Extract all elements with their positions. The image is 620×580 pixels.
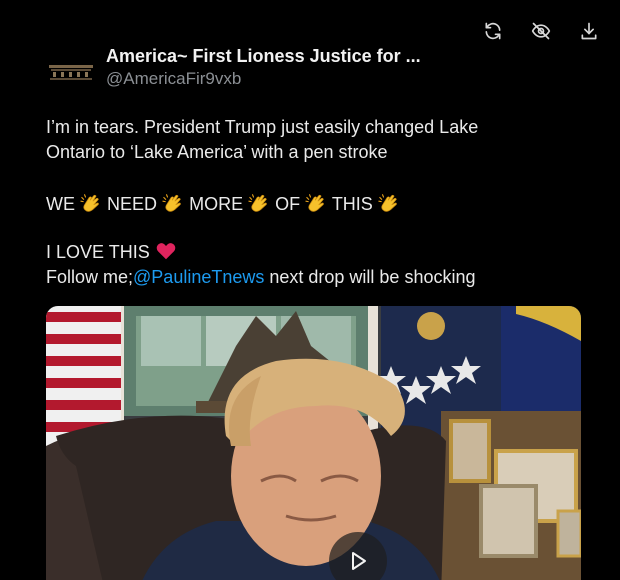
- tweet-follow-prefix: Follow me;: [46, 267, 134, 287]
- tweet-love-line: I LOVE THIS: [46, 240, 586, 265]
- tweet-line: Ontario to ‘Lake America’ with a pen str…: [46, 142, 388, 162]
- clapping-hands-icon: [305, 192, 327, 214]
- tweet-follow-line: Follow me;@PaulineTnews next drop will b…: [46, 265, 586, 290]
- avatar[interactable]: [46, 56, 96, 82]
- author-handle[interactable]: @AmericaFir9vxb: [106, 68, 421, 90]
- red-heart-icon: [156, 243, 176, 260]
- tweet-word: NEED: [107, 194, 158, 214]
- tweet-line: I’m in tears. President Trump just easil…: [46, 117, 479, 137]
- download-icon[interactable]: [578, 20, 600, 42]
- tweet-word: OF: [275, 194, 301, 214]
- tweet-body: I’m in tears. President Trump just easil…: [46, 115, 586, 290]
- clapping-hands-icon: [162, 192, 184, 214]
- tweet-clap-line: WE NEED MORE OF THIS: [46, 190, 586, 218]
- tweet-follow-suffix: next drop will be shocking: [264, 267, 476, 287]
- video-thumbnail: [46, 306, 581, 580]
- author-display-name[interactable]: America~ First Lioness Justice for ...: [106, 44, 421, 68]
- media-toolbar: [482, 20, 600, 42]
- tweet-word: WE: [46, 194, 75, 214]
- play-icon: [352, 552, 366, 570]
- tweet-word: THIS: [331, 194, 373, 214]
- mention-link[interactable]: @PaulineTnews: [133, 267, 264, 287]
- video-player[interactable]: [46, 306, 581, 580]
- tweet-word: MORE: [189, 194, 244, 214]
- clapping-hands-icon: [80, 192, 102, 214]
- clapping-hands-icon: [378, 192, 400, 214]
- eye-off-icon[interactable]: [530, 20, 552, 42]
- refresh-icon[interactable]: [482, 20, 504, 42]
- clapping-hands-icon: [248, 192, 270, 214]
- tweet-header: America~ First Lioness Justice for ... @…: [46, 44, 421, 90]
- tweet-word: I LOVE THIS: [46, 242, 150, 262]
